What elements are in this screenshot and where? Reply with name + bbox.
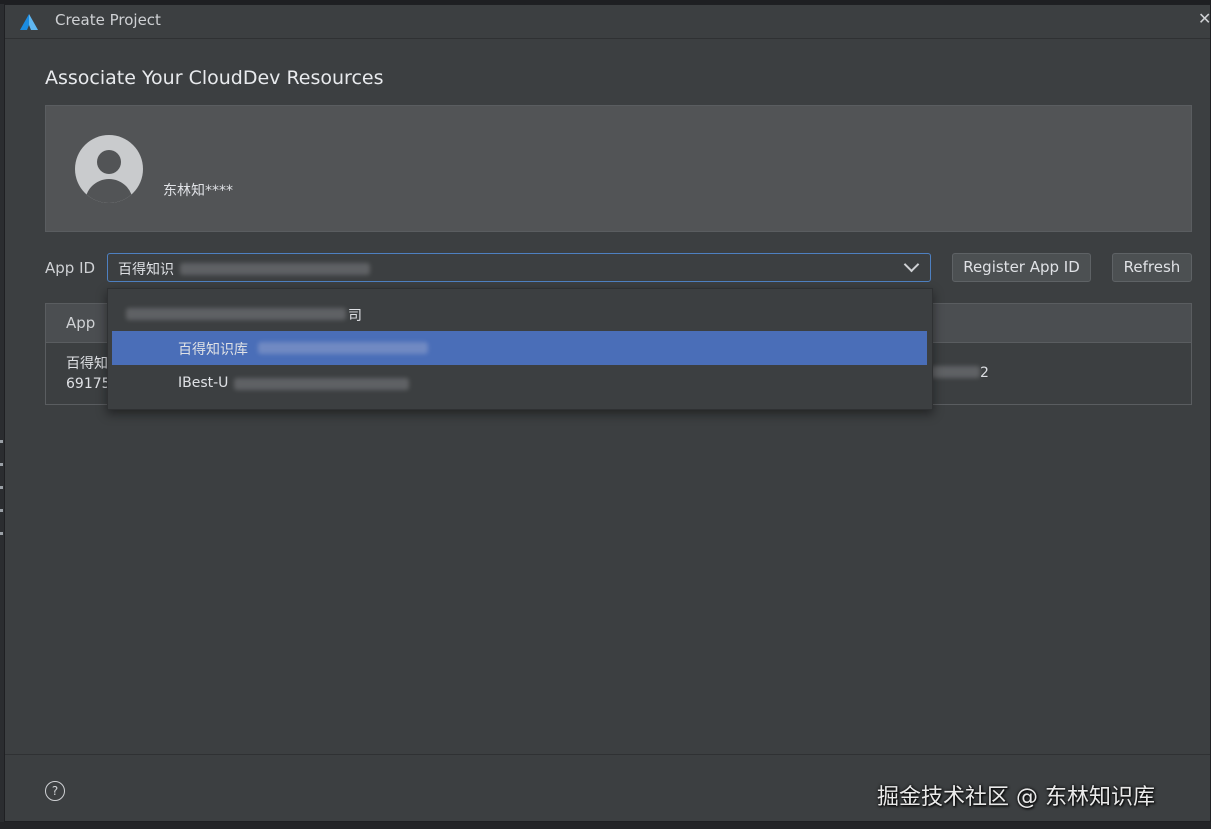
close-icon[interactable]: ✕ (1198, 9, 1211, 28)
account-card: 东林知**** (45, 105, 1192, 232)
redacted-block (126, 308, 346, 320)
watermark: 掘金技术社区 @ 东林知识库 (877, 785, 1155, 810)
chevron-down-icon[interactable] (903, 256, 920, 273)
window-title: Create Project (55, 11, 161, 29)
user-name: 东林知**** (163, 183, 233, 199)
redacted-block (234, 378, 409, 390)
page-title: Associate Your CloudDev Resources (45, 67, 384, 89)
table-cell-app-id: 69175 (66, 376, 111, 392)
title-bar: Create Project ✕ (5, 5, 1211, 39)
app-logo-icon (20, 14, 38, 30)
avatar (75, 135, 143, 203)
column-header-app: App (66, 314, 96, 332)
background-strip (0, 822, 1211, 829)
dropdown-option[interactable]: 司 (112, 297, 927, 331)
table-cell-value: 2 (930, 365, 989, 381)
register-app-id-button[interactable]: Register App ID (952, 253, 1091, 282)
refresh-button[interactable]: Refresh (1112, 253, 1192, 282)
create-project-dialog: Create Project ✕ Associate Your CloudDev… (4, 4, 1211, 822)
app-id-label: App ID (45, 259, 96, 277)
redacted-block (930, 366, 980, 378)
dropdown-option[interactable]: IBest-U (112, 367, 927, 401)
help-icon[interactable]: ? (45, 781, 65, 801)
redacted-block (180, 263, 370, 275)
table-cell-app-name: 百得知 (66, 356, 108, 372)
app-id-select[interactable]: 百得知识 (107, 253, 931, 282)
app-id-dropdown: 司 百得知识库 IBest-U (107, 288, 933, 410)
dropdown-option-selected[interactable]: 百得知识库 (112, 331, 927, 365)
app-id-value: 百得知识 (118, 262, 174, 278)
redacted-block (258, 342, 428, 354)
footer-divider (5, 754, 1210, 755)
background-edge (0, 420, 5, 680)
